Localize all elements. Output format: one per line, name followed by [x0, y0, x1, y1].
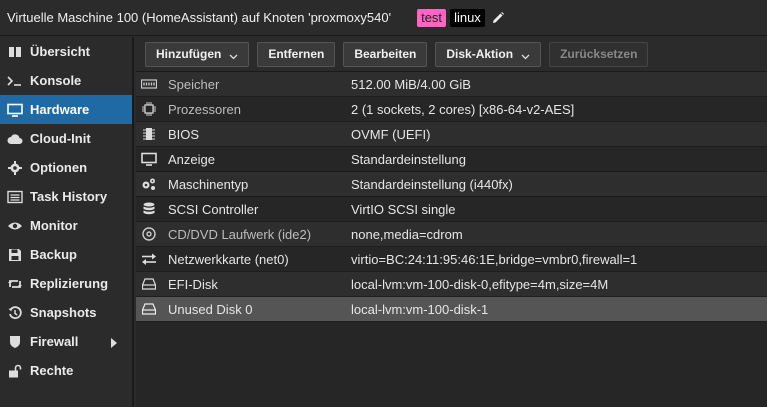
display-icon [141, 151, 157, 167]
eye-icon [7, 218, 23, 234]
exchange-icon [141, 251, 157, 267]
hardware-value: 2 (1 sockets, 2 cores) [x86-64-v2-AES] [351, 101, 575, 117]
hardware-value: virtio=BC:24:11:95:46:1E,bridge=vmbr0,fi… [351, 251, 638, 267]
sidebar-item-rechte[interactable]: Rechte [0, 356, 132, 385]
page-title: Virtuelle Maschine 100 (HomeAssistant) a… [7, 10, 392, 25]
cogs-icon [141, 176, 157, 192]
sidebar-item-cloud-init[interactable]: Cloud-Init [0, 124, 132, 153]
terminal-icon [7, 73, 23, 89]
hdd-icon [141, 276, 157, 292]
chevron-down-icon [521, 50, 530, 59]
memory-icon [141, 76, 157, 92]
database-icon [141, 201, 157, 217]
hardware-name: Prozessoren [168, 101, 241, 117]
hardware-value: 512.00 MiB/4.00 GiB [351, 76, 471, 92]
hardware-name: CD/DVD Laufwerk (ide2) [168, 226, 312, 242]
hardware-name: Maschinentyp [168, 176, 249, 192]
list-icon [7, 189, 23, 205]
toolbar: Hinzufügen Entfernen Bearbeiten Disk-Akt… [136, 37, 767, 72]
main-panel: Hinzufügen Entfernen Bearbeiten Disk-Akt… [136, 37, 767, 407]
sidebar-item-label: Snapshots [30, 305, 97, 320]
hardware-row-machine-type[interactable]: Maschinentyp Standardeinstellung (i440fx… [136, 172, 767, 197]
hardware-name: SCSI Controller [168, 201, 259, 217]
remove-button[interactable]: Entfernen [257, 41, 336, 67]
sidebar-item-replizierung[interactable]: Replizierung [0, 269, 132, 298]
sidebar-item-optionen[interactable]: Optionen [0, 153, 132, 182]
hardware-row-network[interactable]: Netzwerkkarte (net0) virtio=BC:24:11:95:… [136, 247, 767, 272]
hardware-name: BIOS [168, 126, 200, 142]
chevron-down-icon [229, 50, 238, 59]
sidebar-item-label: Cloud-Init [30, 131, 91, 146]
sidebar-item-label: Konsole [30, 73, 82, 88]
sidebar-item-label: Rechte [30, 363, 74, 378]
sidebar-item-label: Übersicht [30, 44, 90, 59]
tag-test[interactable]: test [417, 8, 447, 27]
hardware-name: EFI-Disk [168, 276, 218, 292]
revert-button[interactable]: Zurücksetzen [549, 41, 649, 67]
sidebar-item-backup[interactable]: Backup [0, 240, 132, 269]
hardware-row-memory[interactable]: Speicher 512.00 MiB/4.00 GiB [136, 72, 767, 97]
add-button[interactable]: Hinzufügen [145, 41, 250, 67]
unlock-icon [7, 363, 23, 379]
sidebar-item-label: Hardware [30, 102, 90, 117]
sidebar-item-monitor[interactable]: Monitor [0, 211, 132, 240]
hardware-value: none,media=cdrom [351, 226, 463, 242]
hardware-value: Standardeinstellung (i440fx) [351, 176, 513, 192]
cdrom-icon [141, 226, 157, 242]
sidebar-item-firewall[interactable]: Firewall [0, 327, 132, 356]
add-button-label: Hinzufügen [156, 47, 222, 61]
sidebar-item-label: Firewall [30, 334, 79, 349]
title-bar: Virtuelle Maschine 100 (HomeAssistant) a… [0, 0, 767, 36]
hardware-value: VirtIO SCSI single [351, 201, 456, 217]
hardware-row-bios[interactable]: BIOS OVMF (UEFI) [136, 122, 767, 147]
sidebar-item-label: Backup [30, 247, 77, 262]
sidebar: Übersicht Konsole Hardware Cloud-Init Op… [0, 37, 134, 407]
floppy-icon [7, 247, 23, 263]
disk-action-button[interactable]: Disk-Aktion [435, 41, 542, 67]
pencil-icon[interactable] [491, 11, 505, 25]
hardware-row-display[interactable]: Anzeige Standardeinstellung [136, 147, 767, 172]
tag-linux[interactable]: linux [450, 8, 485, 27]
hardware-value: local-lvm:vm-100-disk-1 [351, 301, 489, 317]
shield-icon [7, 334, 23, 350]
edit-button[interactable]: Bearbeiten [343, 41, 428, 67]
sidebar-item-snapshots[interactable]: Snapshots [0, 298, 132, 327]
hardware-row-scsi-controller[interactable]: SCSI Controller VirtIO SCSI single [136, 197, 767, 222]
monitor-icon [7, 102, 23, 118]
cpu-icon [141, 101, 157, 117]
hardware-name: Unused Disk 0 [168, 301, 253, 317]
hardware-row-cdrom[interactable]: CD/DVD Laufwerk (ide2) none,media=cdrom [136, 222, 767, 247]
hardware-name: Netzwerkkarte (net0) [168, 251, 289, 267]
hdd-icon [141, 301, 157, 317]
sidebar-item-konsole[interactable]: Konsole [0, 66, 132, 95]
sidebar-item-label: Monitor [30, 218, 78, 233]
hardware-row-processors[interactable]: Prozessoren 2 (1 sockets, 2 cores) [x86-… [136, 97, 767, 122]
sidebar-item-label: Replizierung [30, 276, 109, 291]
hardware-value: local-lvm:vm-100-disk-0,efitype=4m,size=… [351, 276, 609, 292]
history-icon [7, 305, 23, 321]
caret-right-icon [111, 336, 117, 351]
sidebar-item-uebersicht[interactable]: Übersicht [0, 37, 132, 66]
hardware-name: Speicher [168, 76, 220, 92]
disk-action-label: Disk-Aktion [446, 47, 514, 61]
cloud-icon [7, 131, 23, 147]
retweet-icon [7, 276, 23, 292]
hardware-row-unused-disk[interactable]: Unused Disk 0 local-lvm:vm-100-disk-1 [136, 297, 767, 322]
hardware-value: Standardeinstellung [351, 151, 466, 167]
gear-icon [7, 160, 23, 176]
sidebar-item-label: Optionen [30, 160, 88, 175]
hardware-value: OVMF (UEFI) [351, 126, 431, 142]
sidebar-item-task-history[interactable]: Task History [0, 182, 132, 211]
sidebar-item-label: Task History [30, 189, 108, 204]
book-icon [7, 44, 23, 60]
chip-icon [141, 126, 157, 142]
hardware-name: Anzeige [168, 151, 215, 167]
hardware-row-efi-disk[interactable]: EFI-Disk local-lvm:vm-100-disk-0,efitype… [136, 272, 767, 297]
sidebar-item-hardware[interactable]: Hardware [0, 95, 132, 124]
hardware-grid: Speicher 512.00 MiB/4.00 GiB Prozessoren… [136, 72, 767, 322]
